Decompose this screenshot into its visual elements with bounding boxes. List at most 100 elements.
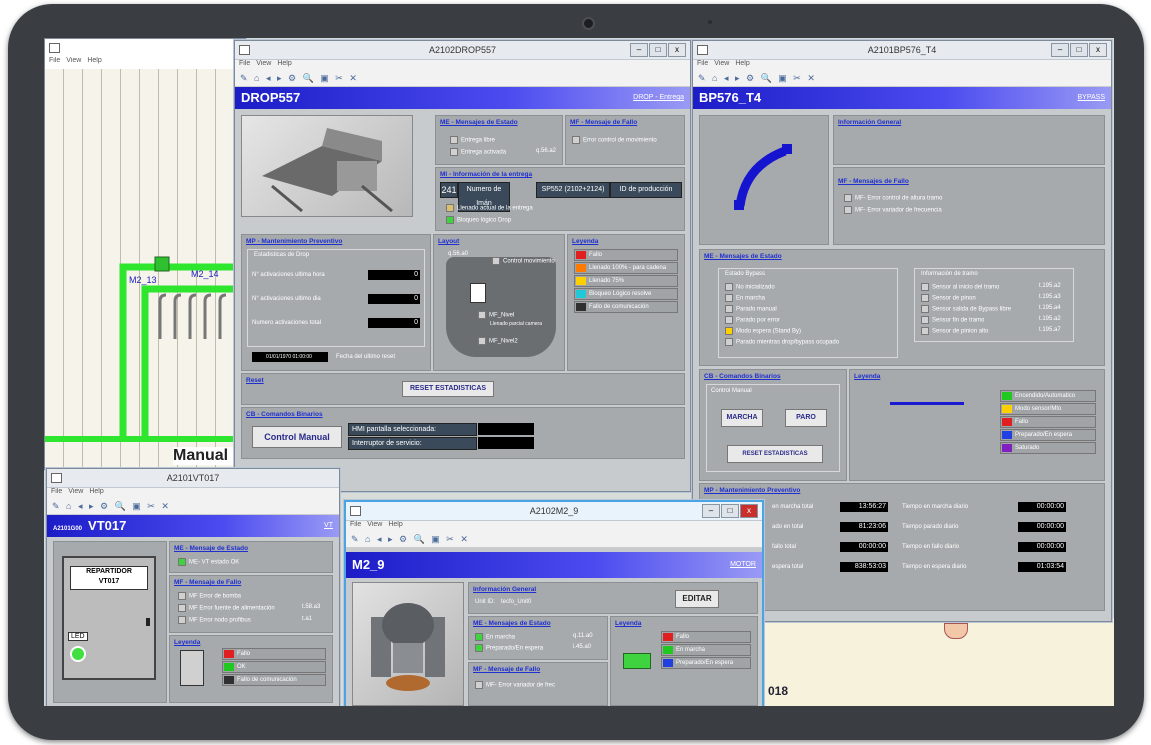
bypass-header: BP576_T4 BYPASS bbox=[693, 87, 1111, 109]
maximize-button[interactable]: □ bbox=[1070, 43, 1088, 57]
menu-view[interactable]: View bbox=[367, 521, 382, 528]
motor-header-link[interactable]: MOTOR bbox=[730, 552, 756, 578]
drop-layout-item: MF_Nivel bbox=[478, 311, 514, 319]
maximize-button[interactable]: □ bbox=[649, 43, 667, 57]
legend-item: Bloqueo Lógico resolve bbox=[574, 288, 678, 300]
vt-header-link[interactable]: VT bbox=[324, 515, 333, 537]
motor-estado-panel: ME - Mensajes de Estado En marcha q.11.a… bbox=[468, 616, 608, 660]
drop-fallo-item: Error control de movimiento bbox=[572, 136, 657, 144]
background-code: 018 bbox=[768, 684, 789, 698]
close-button[interactable]: x bbox=[668, 43, 686, 57]
legend-item: Llenado 100% - para cadena bbox=[574, 262, 678, 274]
bypass-control-group: Control Manual MARCHA PARO RESET ESTADIS… bbox=[706, 384, 840, 472]
bypass-tramo-code: t.195.a3 bbox=[1039, 294, 1061, 300]
vt-estado-title: ME - Mensaje de Estado bbox=[174, 545, 249, 552]
vt-image-panel: REPARTIDOR VT017 LED bbox=[53, 541, 167, 703]
bypass-mp-label: espera total bbox=[772, 564, 804, 570]
paro-button[interactable]: PARO bbox=[785, 409, 827, 427]
drop-production-id: ID de producción bbox=[610, 182, 682, 198]
menu-view[interactable]: View bbox=[68, 488, 83, 495]
bypass-mp-label: Tiempo parado diario bbox=[902, 524, 959, 530]
drop-window: A2102DROP557 – □ x File View Help ✎ ⌂ ◂ ▸ ⚙ … bbox=[234, 40, 691, 492]
menu-view[interactable]: View bbox=[256, 60, 271, 67]
vt-estado-panel: ME - Mensaje de Estado ME- VT estado OK bbox=[169, 541, 333, 573]
hmi-screen-value bbox=[478, 423, 534, 435]
drop-toolbar[interactable]: ✎ ⌂ ◂ ▸ ⚙ 🔍 ▣ ✂ ✕ bbox=[235, 71, 690, 87]
menu-help[interactable]: Help bbox=[388, 521, 402, 528]
legend-label: Preparado/En espera bbox=[676, 660, 734, 666]
legend-item: Fallo bbox=[661, 631, 751, 643]
menu-file[interactable]: File bbox=[350, 521, 361, 528]
legend-label: En marcha bbox=[676, 647, 706, 653]
legend-label: OK bbox=[237, 664, 246, 670]
motor-leyenda-panel: Leyenda Fallo En marcha Preparado/En esp… bbox=[610, 616, 758, 706]
bypass-mp-label: Tiempo en marcha diario bbox=[902, 504, 969, 510]
bypass-mp-value: 00:00:00 bbox=[840, 542, 888, 552]
vt-fallo-label: MF Error fuente de alimentación bbox=[189, 605, 275, 612]
bypass-tramo-label: Sensor de pinon bbox=[932, 295, 976, 302]
minimize-button[interactable]: – bbox=[702, 504, 720, 518]
bypass-estado-group-title: Estado Bypass bbox=[725, 271, 766, 277]
menu-help[interactable]: Help bbox=[89, 488, 103, 495]
bypass-fallo-panel: MF - Mensajes de Fallo MF- Error control… bbox=[833, 167, 1105, 245]
bypass-header-link[interactable]: BYPASS bbox=[1078, 87, 1106, 109]
bypass-estado-panel: ME - Mensajes de Estado Estado Bypass No… bbox=[699, 249, 1105, 366]
menu-help[interactable]: Help bbox=[735, 60, 749, 67]
drop-layout-item: Control movimiento bbox=[492, 257, 555, 265]
menu-view[interactable]: View bbox=[714, 60, 729, 67]
motor-window-title: A2102M2_9 bbox=[529, 506, 579, 516]
maximize-button[interactable]: □ bbox=[721, 504, 739, 518]
bypass-curve-icon bbox=[734, 144, 792, 210]
motor-fallo-item: MF- Error variador de frec bbox=[475, 681, 555, 689]
motor-estado-label: En marcha bbox=[486, 634, 516, 641]
legend-label: Fallo de comunicación bbox=[589, 304, 649, 310]
legend-item: Fallo de comunicación bbox=[222, 674, 326, 686]
drop-mp-title: MP - Mantenimiento Preventivo bbox=[246, 238, 343, 245]
drop-reset-panel: Reset RESET ESTADISTICAS bbox=[241, 373, 685, 405]
drop-layout-panel: Layout q.56.a0 Control movimiento MF_Niv… bbox=[433, 234, 565, 371]
control-manual-button[interactable]: Control Manual bbox=[252, 426, 342, 448]
bypass-toolbar[interactable]: ✎ ⌂ ◂ ▸ ⚙ 🔍 ▣ ✂ ✕ bbox=[693, 71, 1111, 87]
drop-info-label: Llenado actual de la entrega bbox=[457, 205, 533, 212]
vt-body: REPARTIDOR VT017 LED ME - Mensaje de Est… bbox=[47, 537, 339, 706]
bypass-mp-label: Tiempo en espera diario bbox=[902, 564, 967, 570]
motor-fallo-label: MF- Error variador de frec bbox=[486, 682, 556, 689]
menu-file[interactable]: File bbox=[697, 60, 708, 67]
menu-help[interactable]: Help bbox=[277, 60, 291, 67]
drop-layout-sub: Llenado parcial camera bbox=[490, 321, 542, 327]
bypass-estado-item: Parado manual bbox=[725, 305, 777, 313]
bypass-estado-label: En marcha bbox=[736, 295, 766, 302]
drop-stat-label: Numero activaciones total bbox=[252, 320, 322, 326]
vt-cabinet-label: REPARTIDOR VT017 bbox=[70, 566, 148, 590]
bypass-leyenda-panel: Leyenda Encendido/Automatico Modo sensor… bbox=[849, 369, 1105, 481]
bypass-fallo-title: MF - Mensajes de Fallo bbox=[838, 178, 909, 185]
legend-item: Fallo de comunicación bbox=[574, 301, 678, 313]
close-button[interactable]: x bbox=[740, 504, 758, 518]
editar-button[interactable]: EDITAR bbox=[675, 590, 719, 608]
legend-item: OK bbox=[222, 661, 326, 673]
minimize-button[interactable]: – bbox=[630, 43, 648, 57]
minimize-button[interactable]: – bbox=[1051, 43, 1069, 57]
motor-toolbar[interactable]: ✎ ⌂ ◂ ▸ ⚙ 🔍 ▣ ✂ ✕ bbox=[346, 532, 762, 548]
menu-file[interactable]: File bbox=[51, 488, 62, 495]
bypass-reset-statistics-button[interactable]: RESET ESTADISTICAS bbox=[727, 445, 823, 463]
legend-label: Bloqueo Lógico resolve bbox=[589, 291, 652, 297]
drop-layout-item: MF_Nivel2 bbox=[478, 337, 518, 345]
close-button[interactable]: x bbox=[1089, 43, 1107, 57]
marcha-button[interactable]: MARCHA bbox=[721, 409, 763, 427]
bypass-tramo-group-title: Información de tramo bbox=[921, 271, 978, 277]
drop-mp-panel: MP - Mantenimiento Preventivo Estadistic… bbox=[241, 234, 431, 371]
hmi-screen-label: HMI pantalla seleccionada: bbox=[348, 423, 477, 436]
drop-info-code: SP552 (2102+2124) bbox=[536, 182, 610, 198]
reset-statistics-button[interactable]: RESET ESTADISTICAS bbox=[402, 381, 494, 397]
vt-header-code: A2101G00 bbox=[53, 526, 83, 532]
legend-label: Fallo bbox=[237, 651, 251, 657]
menu-file[interactable]: File bbox=[239, 60, 250, 67]
drop-header-link[interactable]: DROP - Entrega bbox=[633, 87, 684, 109]
vt-toolbar[interactable]: ✎ ⌂ ◂ ▸ ⚙ 🔍 ▣ ✂ ✕ bbox=[47, 499, 339, 515]
vt-cabinet: REPARTIDOR VT017 LED bbox=[62, 556, 156, 680]
legend-item: Preparado/En espera bbox=[661, 657, 751, 669]
drop-iman-number: 241 bbox=[440, 182, 458, 198]
drop-stats-title: Estadisticas de Drop bbox=[254, 252, 310, 258]
bypass-tramo-item: Sensor de pinon bbox=[921, 294, 976, 302]
